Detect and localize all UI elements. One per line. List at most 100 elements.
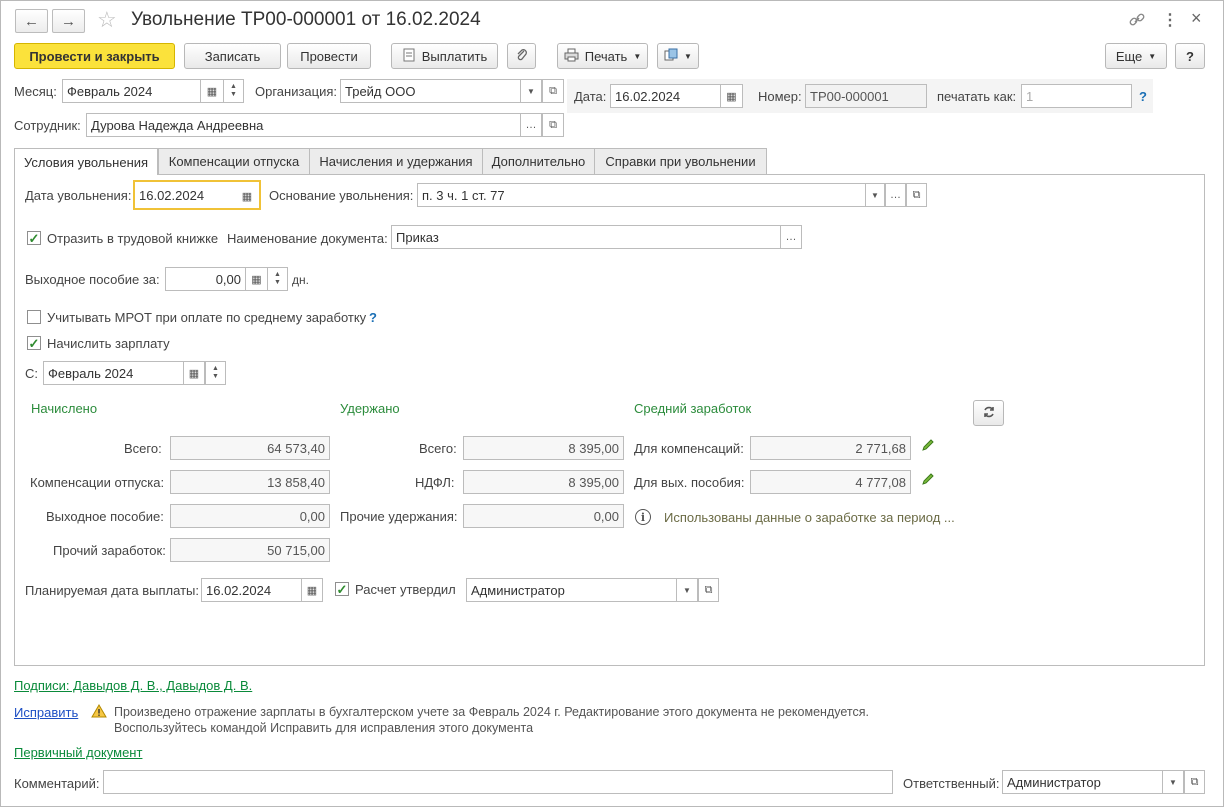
refresh-button[interactable] [973,400,1004,426]
mrot-help-icon[interactable]: ? [369,310,377,325]
close-icon[interactable]: × [1191,8,1202,29]
help-hint-icon[interactable]: ? [1139,89,1147,104]
month-stepper[interactable]: ▲ ▼ [223,79,244,103]
comment-input[interactable] [103,770,893,794]
withheld-ndfl-value: 8 395,00 [463,470,624,494]
accrued-total-label: Всего: [124,441,162,456]
withheld-ndfl-label: НДФЛ: [415,475,455,490]
calendar-icon[interactable]: ▦ [200,79,224,103]
org-open-icon[interactable]: ⧉ [542,79,564,103]
tab-vacation-compensation[interactable]: Компенсации отпуска [158,148,310,175]
create-based-icon [664,48,678,65]
mrot-label: Учитывать МРОТ при оплате по среднему за… [47,310,367,325]
workbook-label: Отразить в трудовой книжке [47,231,219,246]
post-and-close-button[interactable]: Провести и закрыть [14,43,175,69]
number-input[interactable]: ТР00-000001 [805,84,927,108]
accrued-vacation-value: 13 858,40 [170,470,330,494]
withheld-other-value: 0,00 [463,504,624,528]
forward-button[interactable]: → [52,9,85,33]
accrued-severance-label: Выходное пособие: [46,509,164,524]
severance-stepper[interactable]: ▲ ▼ [267,267,288,291]
tab-additional[interactable]: Дополнительно [482,148,595,175]
tab-accruals-deductions[interactable]: Начисления и удержания [309,148,483,175]
approved-open-icon[interactable]: ⧉ [698,578,719,602]
approved-checkbox[interactable]: ✓ [335,582,349,596]
employee-open-icon[interactable]: ⧉ [542,113,564,137]
withheld-total-value: 8 395,00 [463,436,624,460]
print-button[interactable]: Печать ▼ [557,43,648,69]
tab-dismissal-conditions[interactable]: Условия увольнения [14,148,158,176]
accrued-other-value: 50 715,00 [170,538,330,562]
responsible-open-icon[interactable]: ⧉ [1184,770,1205,794]
responsible-input[interactable]: Администратор [1002,770,1184,794]
pay-button[interactable]: Выплатить [391,43,498,69]
edit-pencil-icon[interactable] [921,438,935,452]
organization-input[interactable]: Трейд ООО [340,79,542,103]
from-label: С: [25,366,38,381]
employee-input[interactable]: Дурова Надежда Андреевна [86,113,542,137]
calendar-icon[interactable]: ▦ [720,84,743,108]
attach-button[interactable] [507,43,536,69]
page-title: Увольнение ТР00-000001 от 16.02.2024 [131,9,481,30]
avg-info-link[interactable]: Использованы данные о заработке за перио… [664,510,955,525]
post-button[interactable]: Провести [287,43,371,69]
more-options-icon[interactable]: ⋮ [1162,10,1178,30]
doc-name-select-icon[interactable]: … [780,225,802,249]
accrue-salary-checkbox[interactable]: ✓ [27,336,41,350]
org-dropdown-icon[interactable]: ▼ [520,79,542,103]
approved-dropdown-icon[interactable]: ▼ [676,578,698,602]
employee-label: Сотрудник: [14,118,81,133]
mrot-checkbox[interactable] [27,310,41,324]
link-icon[interactable] [1128,11,1146,29]
calculator-icon[interactable]: ▦ [245,267,268,291]
from-month-stepper[interactable]: ▲ ▼ [205,361,226,385]
calendar-icon[interactable]: ▦ [237,184,257,208]
tab-certificates[interactable]: Справки при увольнении [594,148,767,175]
more-button[interactable]: Еще ▼ [1105,43,1167,69]
fix-link[interactable]: Исправить [14,705,78,720]
avg-comp-value: 2 771,68 [750,436,911,460]
edit-pencil-icon[interactable] [921,472,935,486]
avg-comp-label: Для компенсаций: [634,441,744,456]
accrued-vacation-label: Компенсации отпуска: [30,475,165,490]
responsible-dropdown-icon[interactable]: ▼ [1162,770,1184,794]
basis-select-icon[interactable]: … [885,183,906,207]
primary-document-link[interactable]: Первичный документ [14,745,142,760]
printer-icon [564,48,579,65]
comment-label: Комментарий: [14,776,100,791]
accrued-title: Начислено [31,401,98,416]
accrue-salary-label: Начислить зарплату [47,336,170,351]
warning-text: Произведено отражение зарплаты в бухгалт… [114,704,869,736]
calendar-icon[interactable]: ▦ [183,361,205,385]
signatures-link[interactable]: Подписи: Давыдов Д. В., Давыдов Д. В. [14,678,252,693]
employee-select-icon[interactable]: … [520,113,542,137]
create-based-on-button[interactable]: ▼ [657,43,699,69]
print-as-input[interactable]: 1 [1021,84,1132,108]
organization-label: Организация: [255,84,338,99]
back-button[interactable]: ← [15,9,48,33]
chevron-down-icon: ▼ [633,51,642,61]
avg-sev-label: Для вых. пособия: [634,475,745,490]
from-month-input[interactable]: Февраль 2024 [43,361,205,385]
save-button[interactable]: Записать [184,43,281,69]
doc-name-input[interactable]: Приказ [391,225,802,249]
print-as-label: печатать как: [937,89,1017,104]
basis-input[interactable]: п. 3 ч. 1 ст. 77 [417,183,906,207]
calendar-icon[interactable]: ▦ [301,578,323,602]
days-unit-label: дн. [292,273,309,287]
average-title: Средний заработок [634,401,752,416]
info-icon: i [635,509,651,525]
date-label: Дата: [574,89,607,104]
withheld-title: Удержано [340,401,400,416]
basis-open-icon[interactable]: ⧉ [906,183,927,207]
workbook-checkbox[interactable]: ✓ [27,231,41,245]
refresh-icon [982,405,996,422]
basis-dropdown-icon[interactable]: ▼ [865,183,885,207]
planned-date-label: Планируемая дата выплаты: [25,583,199,598]
arrow-left-icon: ← [24,12,39,30]
approved-by-input[interactable]: Администратор [466,578,698,602]
withheld-other-label: Прочие удержания: [340,509,458,524]
favorite-star-icon[interactable]: ☆ [97,7,117,33]
severance-label: Выходное пособие за: [25,272,160,287]
help-button[interactable]: ? [1175,43,1205,69]
